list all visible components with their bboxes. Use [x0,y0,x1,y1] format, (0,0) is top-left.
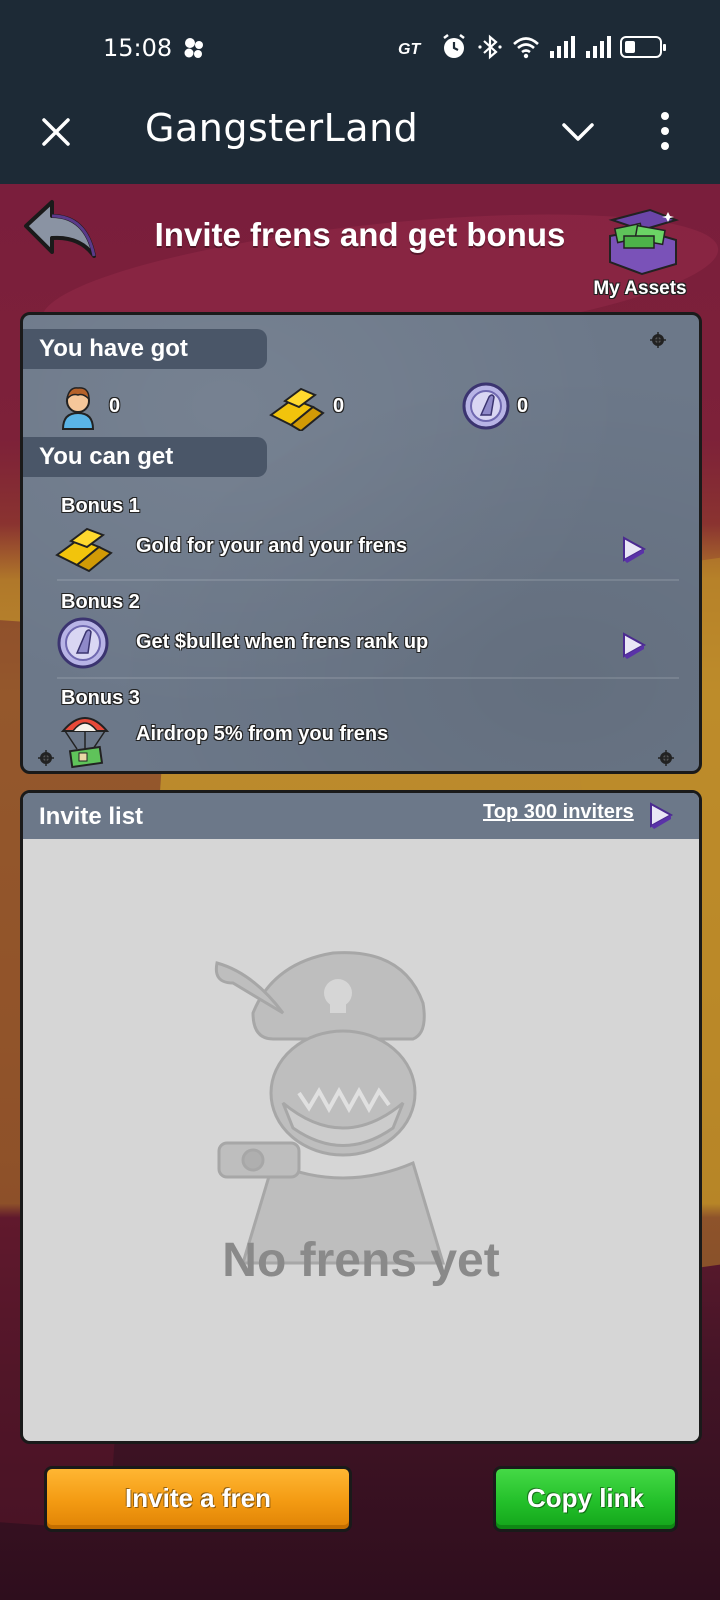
got-frens-value: 0 [109,394,121,417]
signal-icon [550,36,575,58]
airdrop-icon [60,717,110,769]
got-bullet-value: 0 [517,394,529,417]
bonus-panel: You have got 0 0 0 You can get Bonus 1 G… [20,312,702,774]
bonus-row: Bonus 3 Airdrop 5% from you frens [23,687,699,771]
battery-level [625,41,635,53]
invite-fren-button[interactable]: Invite a fren [44,1466,352,1532]
got-bullet: 0 [461,381,528,431]
my-assets-button[interactable]: My Assets [590,206,690,306]
top-inviters-link[interactable]: Top 300 inviters [483,801,634,824]
got-frens: 0 [53,381,120,431]
bonus-text: Get $bullet when frens rank up [136,631,429,653]
bullet-coin-icon [57,617,109,669]
status-time: 15:08 [103,34,173,62]
bonus-text: Airdrop 5% from you frens [136,723,389,745]
more-options-icon[interactable] [655,110,675,154]
status-bar: 15:08 GT [0,0,720,92]
invite-list-panel: Invite list Top 300 inviters No frens ye… [20,790,702,1444]
gt-icon: GT [398,41,421,58]
bonus-title: Bonus 1 [61,495,140,517]
divider [57,677,679,679]
bonus-row[interactable]: Bonus 2 Get $bullet when frens rank up [23,591,699,681]
bolt-icon [650,332,666,348]
svg-text:GT: GT [398,41,421,58]
game-view: Invite frens and get bonus My Assets You… [0,184,720,1600]
bonus-title: Bonus 3 [61,687,140,709]
chevron-down-icon[interactable] [558,114,598,150]
my-assets-label: My Assets [593,278,687,299]
wifi-icon [513,37,539,59]
gold-bar-icon [55,527,113,573]
got-gold: 0 [267,381,344,431]
signal-icon-2 [586,36,611,58]
bullet-coin-icon [462,382,510,430]
close-icon[interactable] [38,114,74,150]
play-arrow-icon[interactable] [648,801,674,829]
treasure-chest-icon [608,208,680,276]
copy-link-button[interactable]: Copy link [493,1466,678,1532]
play-arrow-icon[interactable] [621,535,647,563]
bonus-row[interactable]: Bonus 1 Gold for your and your frens [23,495,699,585]
you-have-got-label: You have got [23,329,267,369]
empty-state-text: No frens yet [222,1234,500,1287]
you-can-get-label: You can get [23,437,267,477]
bluetooth-icon [478,34,502,60]
divider [57,579,679,581]
bonus-title: Bonus 2 [61,591,140,613]
got-gold-value: 0 [333,394,345,417]
invite-list-title: Invite list [39,803,144,830]
app-notification-icon [184,38,203,58]
gangster-illustration [214,951,446,1265]
app-title: GangsterLand [145,106,419,150]
status-icons: GT [396,30,666,64]
fren-icon [61,387,95,430]
play-arrow-icon[interactable] [621,631,647,659]
app-bar: GangsterLand [0,92,720,184]
alarm-icon [443,34,465,58]
bonus-text: Gold for your and your frens [136,535,408,557]
gold-bar-icon [269,387,325,431]
battery-icon [620,36,666,58]
invite-list-header: Invite list Top 300 inviters [23,793,699,839]
